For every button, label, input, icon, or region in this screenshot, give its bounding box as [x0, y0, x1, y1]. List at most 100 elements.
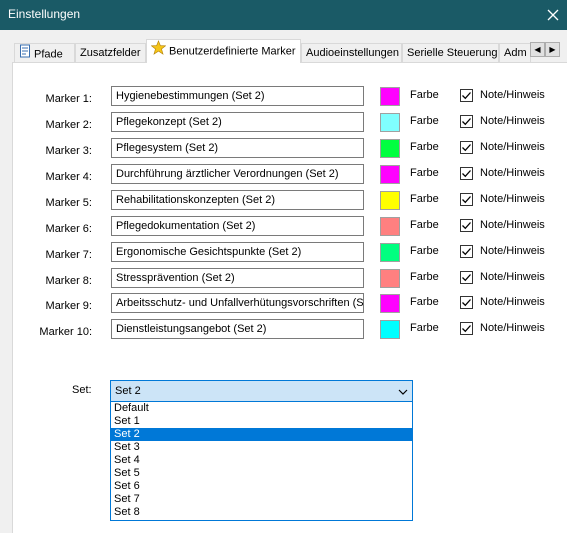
arrow-right-icon: ▶ — [549, 45, 556, 54]
marker-color-swatch[interactable] — [380, 294, 400, 313]
tab-label: Benutzerdefinierte Marker — [169, 45, 296, 58]
marker-name-input[interactable]: Durchführung ärztlicher Verordnungen (Se… — [111, 164, 364, 184]
star-icon — [150, 40, 167, 63]
note-label: Note/Hinweis — [480, 245, 545, 257]
marker-label: Marker 5: — [45, 197, 92, 209]
set-option[interactable]: Set 7 — [111, 493, 412, 506]
note-label: Note/Hinweis — [480, 219, 545, 231]
marker-name-input[interactable]: Rehabilitationskonzepten (Set 2) — [111, 190, 364, 210]
marker-name-input[interactable]: Hygienebestimmungen (Set 2) — [111, 86, 364, 106]
note-checkbox[interactable] — [460, 167, 473, 180]
set-option[interactable]: Default — [111, 402, 412, 415]
note-checkbox[interactable] — [460, 115, 473, 128]
color-label: Farbe — [410, 115, 439, 127]
marker-row: Marker 1: Hygienebestimmungen (Set 2) Farb… — [0, 86, 567, 108]
set-select[interactable]: Set 2 — [110, 380, 413, 402]
marker-row: Marker 3: Pflegesystem (Set 2) Farbe Note/H… — [0, 138, 567, 160]
color-label: Farbe — [410, 296, 439, 308]
set-option[interactable]: Set 6 — [111, 480, 412, 493]
close-icon — [547, 9, 559, 21]
page-icon — [19, 44, 31, 62]
set-option[interactable]: Set 5 — [111, 467, 412, 480]
marker-label: Marker 8: — [45, 275, 92, 287]
note-checkbox[interactable] — [460, 296, 473, 309]
tab-pfade[interactable]: Pfade — [14, 43, 75, 62]
marker-color-swatch[interactable] — [380, 165, 400, 184]
marker-row: Marker 10: Dienstleistungsangebot (Set 2)… — [0, 319, 567, 341]
color-label: Farbe — [410, 141, 439, 153]
note-label: Note/Hinweis — [480, 271, 545, 283]
note-label: Note/Hinweis — [480, 167, 545, 179]
marker-color-swatch[interactable] — [380, 320, 400, 339]
marker-name-input[interactable]: Arbeitsschutz- und Unfallverhütungsvorsc… — [111, 293, 364, 313]
check-icon — [462, 92, 471, 100]
check-icon — [462, 325, 471, 333]
marker-name-input[interactable]: Pflegesystem (Set 2) — [111, 138, 364, 158]
marker-name-input[interactable]: Pflegedokumentation (Set 2) — [111, 216, 364, 236]
window-title: Einstellungen — [8, 7, 81, 21]
arrow-left-icon: ◀ — [534, 45, 541, 54]
marker-label: Marker 2: — [45, 119, 92, 131]
marker-row: Marker 7: Ergonomische Gesichtspunkte (Se… — [0, 242, 567, 264]
set-option[interactable]: Set 8 — [111, 506, 412, 519]
set-option[interactable]: Set 4 — [111, 454, 412, 467]
marker-row: Marker 2: Pflegekonzept (Set 2) Farbe Note/… — [0, 112, 567, 134]
color-label: Farbe — [410, 322, 439, 334]
check-icon — [462, 274, 471, 282]
check-icon — [462, 299, 471, 307]
tab-label: Adm — [504, 47, 527, 59]
chevron-down-icon — [398, 387, 408, 399]
marker-name-input[interactable]: Ergonomische Gesichtspunkte (Set 2) — [111, 242, 364, 262]
marker-color-swatch[interactable] — [380, 269, 400, 288]
marker-row: Marker 6: Pflegedokumentation (Set 2) Farb… — [0, 216, 567, 238]
tab-benutzerdefinierte-marker[interactable]: Benutzerdefinierte Marker — [146, 39, 301, 63]
marker-label: Marker 3: — [45, 145, 92, 157]
tab-label: Audioeinstellungen — [306, 47, 399, 59]
marker-row: Marker 9: Arbeitsschutz- und Unfallverhüt… — [0, 293, 567, 315]
color-label: Farbe — [410, 89, 439, 101]
note-checkbox[interactable] — [460, 219, 473, 232]
marker-row: Marker 4: Durchführung ärztlicher Verordn… — [0, 164, 567, 186]
color-label: Farbe — [410, 219, 439, 231]
color-label: Farbe — [410, 167, 439, 179]
set-option[interactable]: Set 3 — [111, 441, 412, 454]
check-icon — [462, 118, 471, 126]
tab-audioeinstellungen[interactable]: Audioeinstellungen — [301, 43, 402, 62]
tab-scroll-right-button[interactable]: ▶ — [545, 42, 560, 57]
marker-color-swatch[interactable] — [380, 217, 400, 236]
set-dropdown-list: Default Set 1 Set 2 Set 3 Set 4 Set 5 Set 6 Set… — [110, 401, 413, 521]
marker-color-swatch[interactable] — [380, 87, 400, 106]
marker-color-swatch[interactable] — [380, 243, 400, 262]
tab-serielle-steuerung[interactable]: Serielle Steuerung — [402, 43, 499, 62]
tab-zusatzfelder[interactable]: Zusatzfelder — [75, 43, 146, 62]
note-checkbox[interactable] — [460, 271, 473, 284]
note-label: Note/Hinweis — [480, 322, 545, 334]
marker-name-input[interactable]: Pflegekonzept (Set 2) — [111, 112, 364, 132]
close-button[interactable] — [539, 0, 567, 30]
marker-color-swatch[interactable] — [380, 113, 400, 132]
check-icon — [462, 144, 471, 152]
marker-name-input[interactable]: Dienstleistungsangebot (Set 2) — [111, 319, 364, 339]
set-select-value: Set 2 — [115, 385, 141, 397]
tab-adm[interactable]: Adm — [499, 43, 531, 62]
marker-row: Marker 8: Stressprävention (Set 2) Farbe No… — [0, 268, 567, 290]
color-label: Farbe — [410, 193, 439, 205]
note-checkbox[interactable] — [460, 245, 473, 258]
set-option[interactable]: Set 2 — [111, 428, 412, 441]
check-icon — [462, 196, 471, 204]
marker-color-swatch[interactable] — [380, 139, 400, 158]
set-option[interactable]: Set 1 — [111, 415, 412, 428]
note-checkbox[interactable] — [460, 322, 473, 335]
check-icon — [462, 248, 471, 256]
marker-label: Marker 9: — [45, 300, 92, 312]
set-label: Set: — [72, 384, 92, 396]
note-checkbox[interactable] — [460, 141, 473, 154]
tab-label: Pfade — [34, 48, 63, 61]
tab-scroll-left-button[interactable]: ◀ — [530, 42, 545, 57]
marker-color-swatch[interactable] — [380, 191, 400, 210]
note-label: Note/Hinweis — [480, 296, 545, 308]
marker-name-input[interactable]: Stressprävention (Set 2) — [111, 268, 364, 288]
tab-label: Serielle Steuerung — [407, 47, 498, 59]
note-checkbox[interactable] — [460, 193, 473, 206]
note-checkbox[interactable] — [460, 89, 473, 102]
